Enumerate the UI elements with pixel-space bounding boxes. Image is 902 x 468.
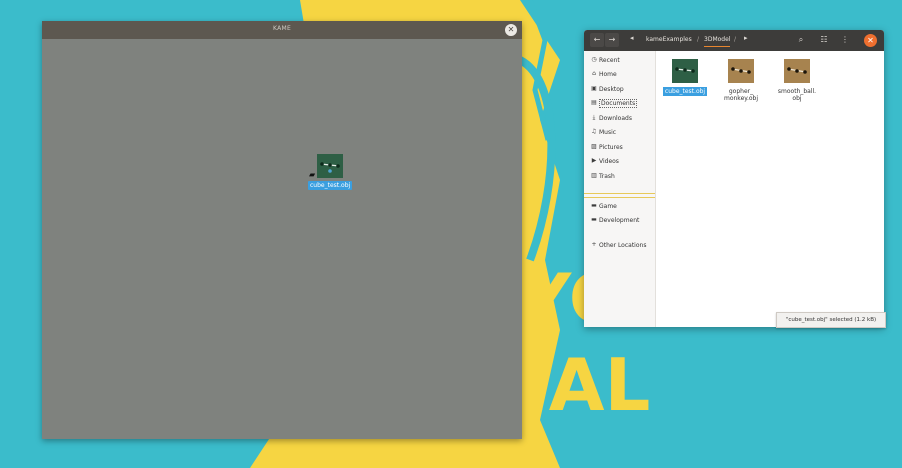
dragged-file-label: cube_test.obj	[308, 181, 353, 190]
sidebar-item-music[interactable]: ♫ Music	[584, 127, 655, 139]
sidebar-item-downloads[interactable]: ⤓ Downloads	[584, 113, 655, 125]
dragged-file-thumbnail	[317, 154, 343, 178]
folder-icon: ▬	[591, 202, 597, 209]
sidebar-item-recent[interactable]: ◷ Recent	[584, 55, 655, 67]
sidebar-item-trash[interactable]: ▥ Trash	[584, 171, 655, 183]
file-name: cube_test.obj	[662, 87, 708, 96]
video-icon: ▶	[591, 157, 597, 164]
model-preview-icon	[320, 162, 340, 173]
sidebar-item-documents[interactable]: ▤ Documents	[584, 98, 655, 110]
folder-icon: ▬	[591, 216, 597, 223]
breadcrumb-separator: /	[734, 36, 737, 43]
sidebar-item-home[interactable]: ⌂ Home	[584, 69, 655, 81]
file-name: smooth_ball. obj	[777, 88, 817, 102]
search-icon[interactable]: ⌕	[794, 33, 808, 47]
arrow-left-icon[interactable]: ←	[590, 33, 604, 47]
breadcrumb-separator: /	[697, 36, 700, 43]
mouse-cursor-icon: ▰	[309, 170, 316, 179]
kame-window: KAME ✕ ▰ cube_test.obj	[42, 21, 522, 439]
close-icon[interactable]: ✕	[505, 24, 517, 36]
kame-canvas[interactable]: ▰ cube_test.obj	[42, 39, 522, 439]
breadcrumb-right-icon[interactable]: ▸	[744, 34, 748, 42]
file-grid: cube_test.obj gopher_ monkey.obj smooth_b…	[656, 51, 884, 321]
menu-icon[interactable]: ⋮	[838, 33, 852, 47]
breadcrumb-3dmodel[interactable]: 3DModel	[704, 36, 731, 47]
model-file-icon	[728, 59, 754, 83]
wallpaper-text-ial: IAL	[522, 343, 650, 427]
arrow-right-icon[interactable]: →	[605, 33, 619, 47]
music-icon: ♫	[591, 128, 597, 135]
kame-titlebar[interactable]: KAME ✕	[42, 21, 522, 39]
kame-title: KAME	[272, 25, 292, 32]
sidebar-item-pictures[interactable]: ▨ Pictures	[584, 142, 655, 154]
selection-status: "cube_test.obj" selected (1.2 kB)	[776, 312, 886, 328]
breadcrumb-left-icon[interactable]: ◂	[630, 34, 634, 42]
view-list-icon[interactable]: ☷	[817, 33, 831, 47]
sidebar-item-desktop[interactable]: ▣ Desktop	[584, 84, 655, 96]
file-manager-headerbar: ← → ◂ kameExamples / 3DModel / ▸ ⌕ ☷ ⋮ ✕	[584, 30, 884, 51]
file-manager-window: ← → ◂ kameExamples / 3DModel / ▸ ⌕ ☷ ⋮ ✕…	[584, 30, 884, 327]
sidebar: ◷ Recent ⌂ Home ▣ Desktop ▤ Documents ⤓ Downl…	[584, 51, 656, 327]
document-icon: ▤	[591, 99, 597, 106]
home-icon: ⌂	[592, 70, 596, 77]
download-icon: ⤓	[592, 114, 596, 121]
model-file-icon	[784, 59, 810, 83]
trash-icon: ▥	[591, 172, 597, 179]
sidebar-item-other-locations[interactable]: + Other Locations	[584, 240, 655, 252]
plus-icon: +	[591, 241, 597, 248]
sidebar-divider	[584, 193, 655, 194]
sidebar-item-videos[interactable]: ▶ Videos	[584, 156, 655, 168]
desktop-icon: ▣	[591, 85, 597, 92]
clock-icon: ◷	[591, 56, 597, 63]
picture-icon: ▨	[591, 143, 597, 150]
file-name: gopher_ monkey.obj	[723, 88, 759, 102]
model-file-icon	[672, 59, 698, 83]
sidebar-item-development[interactable]: ▬ Development	[584, 215, 655, 227]
breadcrumb-kameexamples[interactable]: kameExamples	[646, 36, 692, 43]
close-icon[interactable]: ✕	[864, 34, 877, 47]
sidebar-item-game[interactable]: ▬ Game	[584, 201, 655, 213]
sidebar-divider	[584, 197, 655, 198]
